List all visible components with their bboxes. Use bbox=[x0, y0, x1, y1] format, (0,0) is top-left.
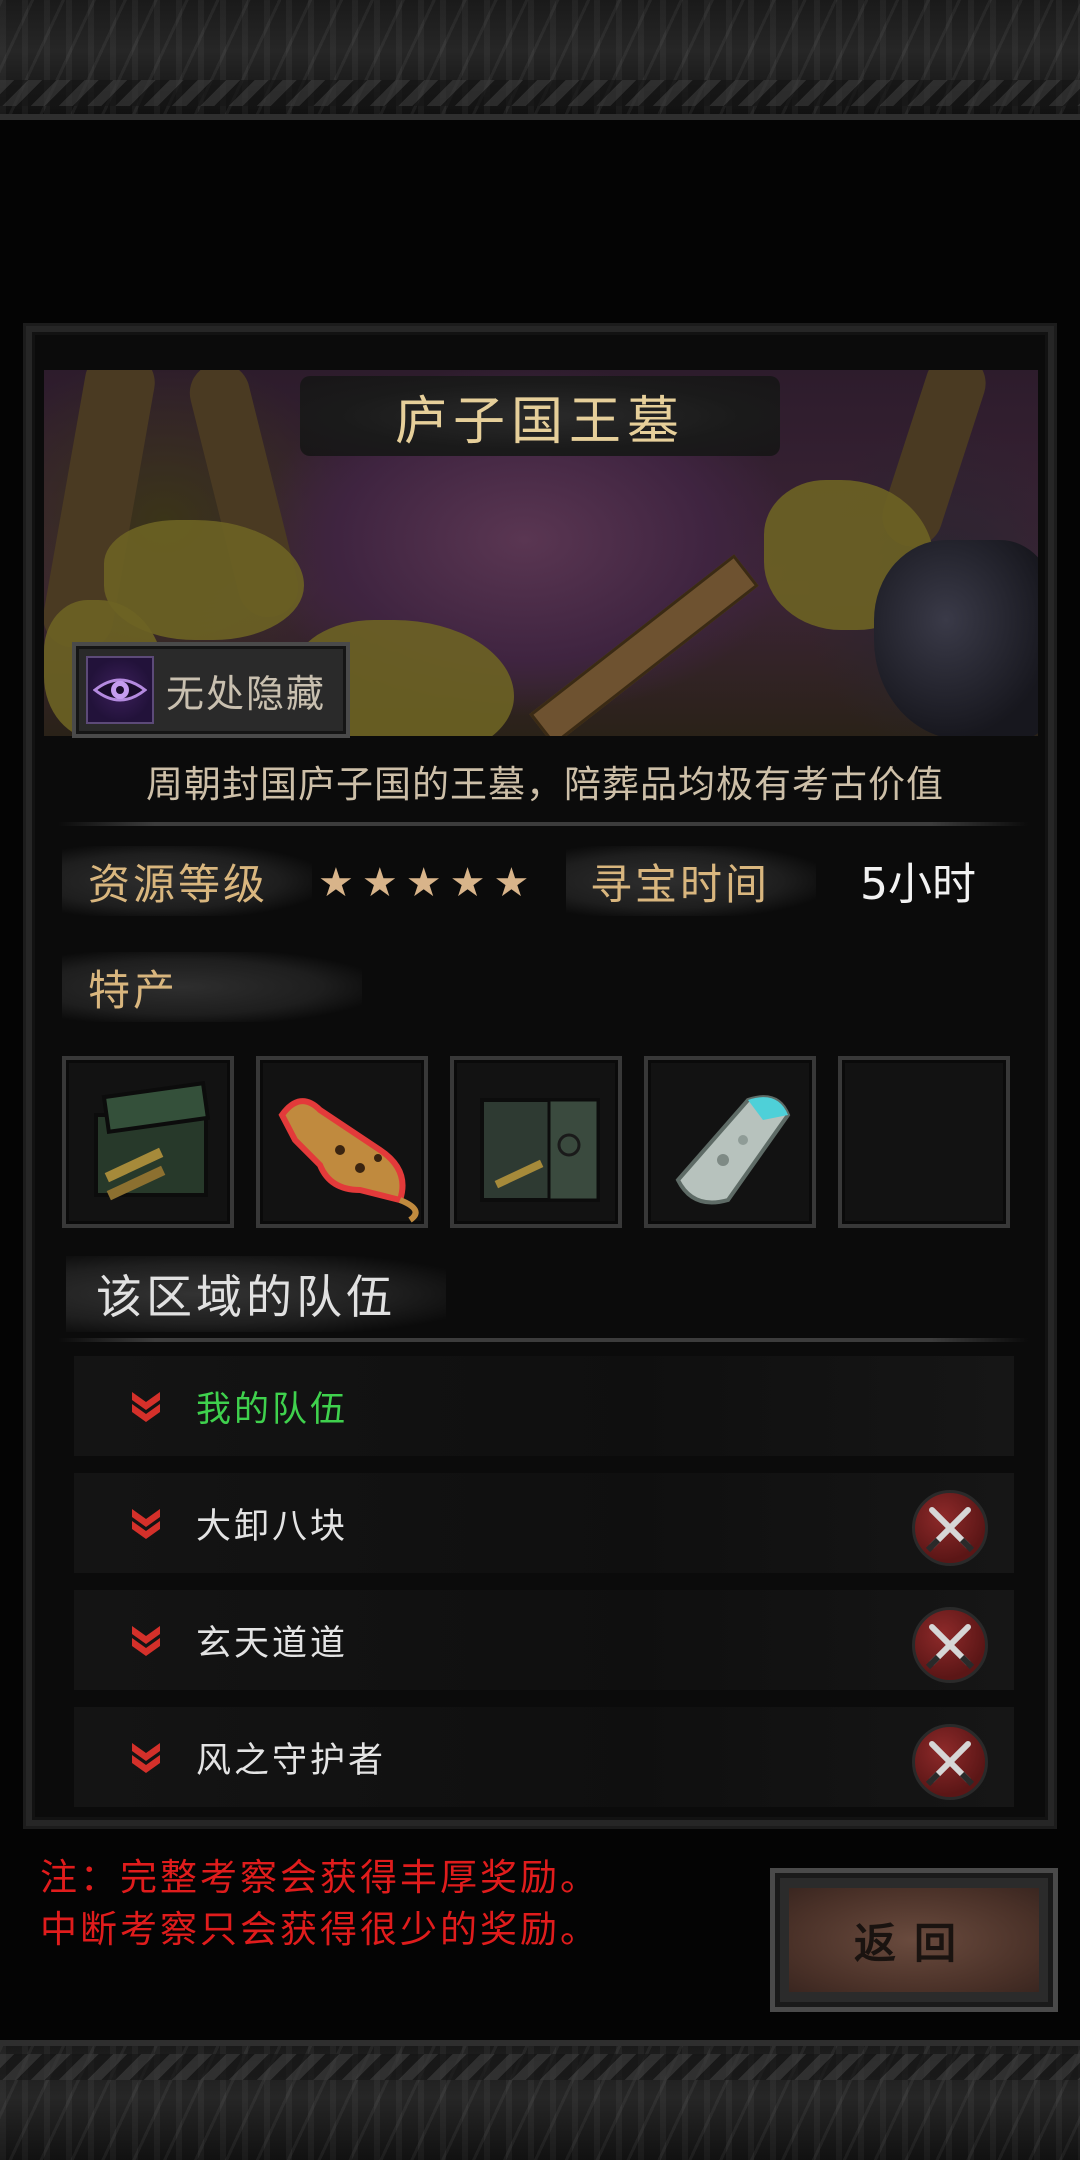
battle-button[interactable] bbox=[912, 1724, 988, 1800]
chevron-rank-icon bbox=[132, 1626, 160, 1656]
team-name: 玄天道道 bbox=[196, 1623, 349, 1664]
team-header-label: 该区域的队伍 bbox=[96, 1270, 396, 1324]
location-title: 庐子国王墓 bbox=[394, 391, 685, 452]
chevron-rank-icon bbox=[132, 1509, 160, 1539]
star-icon: ★ bbox=[318, 860, 354, 906]
treasure-time-label: 寻宝时间 bbox=[590, 859, 771, 909]
team-row[interactable]: 玄天道道 bbox=[74, 1590, 1014, 1690]
reward-note-line: 中断考察只会获得很少的奖励。 bbox=[40, 1908, 600, 1951]
divider bbox=[58, 1338, 1028, 1342]
chevron-rank-icon bbox=[132, 1392, 160, 1422]
resource-level-label-plate: 资源等级 bbox=[62, 846, 312, 916]
team-name: 我的队伍 bbox=[196, 1389, 349, 1430]
treasure-time-value: 5小时 bbox=[860, 859, 976, 910]
resource-level-label: 资源等级 bbox=[88, 859, 269, 909]
bottom-ornament-border bbox=[0, 2040, 1080, 2160]
trait-badge[interactable]: 无处隐藏 bbox=[72, 642, 350, 738]
jade-shard-icon bbox=[675, 1095, 791, 1205]
star-icon: ★ bbox=[449, 860, 486, 906]
open-crate-icon bbox=[480, 1098, 600, 1202]
treasure-time-label-plate: 寻宝时间 bbox=[566, 846, 816, 916]
reward-note: 注：完整考察会获得丰厚奖励。 中断考察只会获得很少的奖励。 bbox=[40, 1852, 600, 1956]
star-icon: ★ bbox=[361, 860, 398, 906]
golden-leopard-icon bbox=[278, 1098, 419, 1223]
trait-label: 无处隐藏 bbox=[166, 671, 327, 716]
exploration-screen: 庐子国王墓 无处隐藏 周朝封国庐子国的王墓，陪葬品均极有考古价值 资源等级 ★ … bbox=[0, 0, 1080, 2160]
resource-level-stars: ★ ★ ★ ★ ★ bbox=[318, 858, 529, 908]
divider bbox=[58, 822, 1028, 826]
team-name: 风之守护者 bbox=[196, 1740, 387, 1781]
specialty-items bbox=[62, 1056, 1010, 1228]
location-title-plate: 庐子国王墓 bbox=[300, 376, 780, 456]
top-ornament-border bbox=[0, 0, 1080, 120]
item-slot[interactable] bbox=[644, 1056, 816, 1228]
green-chest-icon bbox=[94, 1080, 211, 1201]
team-row[interactable]: 大卸八块 bbox=[74, 1473, 1014, 1573]
back-button-face: 返回 bbox=[789, 1888, 1039, 1992]
crossed-swords-icon bbox=[925, 1624, 975, 1670]
team-row[interactable]: 风之守护者 bbox=[74, 1707, 1014, 1807]
team-row[interactable]: 我的队伍 bbox=[74, 1356, 1014, 1456]
back-button-label: 返回 bbox=[853, 1918, 974, 1968]
star-icon: ★ bbox=[405, 860, 442, 906]
eye-icon bbox=[86, 656, 154, 724]
crossed-swords-icon bbox=[925, 1741, 975, 1787]
team-name: 大卸八块 bbox=[196, 1506, 349, 1547]
team-list: 我的队伍 大卸八块 玄天道道 风之守护者 bbox=[74, 1356, 1014, 1824]
battle-button[interactable] bbox=[912, 1607, 988, 1683]
back-button[interactable]: 返回 bbox=[770, 1868, 1058, 2012]
item-slot[interactable] bbox=[450, 1056, 622, 1228]
battle-button[interactable] bbox=[912, 1490, 988, 1566]
item-slot[interactable] bbox=[62, 1056, 234, 1228]
location-description: 周朝封国庐子国的王墓，陪葬品均极有考古价值 bbox=[146, 763, 944, 806]
empty-slot bbox=[838, 1056, 1010, 1228]
specialty-label: 特产 bbox=[88, 965, 179, 1015]
star-icon: ★ bbox=[493, 860, 530, 906]
team-header: 该区域的队伍 bbox=[66, 1256, 446, 1332]
specialty-label-plate: 特产 bbox=[62, 952, 362, 1022]
crossed-swords-icon bbox=[925, 1507, 975, 1553]
chevron-rank-icon bbox=[132, 1743, 160, 1773]
item-slot[interactable] bbox=[256, 1056, 428, 1228]
reward-note-line: 注：完整考察会获得丰厚奖励。 bbox=[40, 1856, 600, 1899]
